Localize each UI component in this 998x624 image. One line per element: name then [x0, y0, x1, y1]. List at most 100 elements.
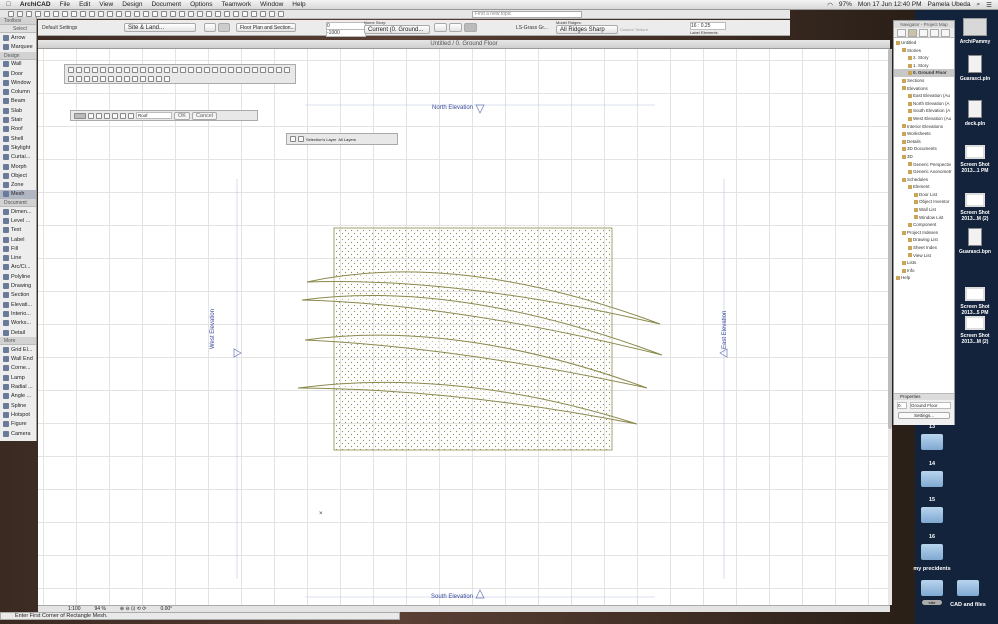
distribute-icon[interactable] [188, 11, 194, 17]
fill-tool-icon[interactable] [236, 66, 242, 73]
slab-tool-icon[interactable] [124, 66, 130, 73]
nav-item-untitled[interactable]: Untitled [894, 39, 954, 47]
tool-mesh[interactable]: Mesh [0, 189, 36, 200]
nav-item-drawing-list[interactable]: Drawing List [894, 236, 954, 244]
wall-tool-icon[interactable] [84, 66, 90, 73]
ridge-user-button[interactable] [464, 23, 477, 32]
nav-item-view-list[interactable]: View List [894, 252, 954, 260]
desktop-folder-14[interactable] [912, 470, 952, 489]
tool-section[interactable]: Section [0, 291, 36, 300]
skylight-tool-icon[interactable] [156, 66, 162, 73]
tool-angle[interactable]: Angle ... [0, 392, 36, 401]
nav-item-north-elevation-a[interactable]: North Elevation (A [894, 100, 954, 108]
desktop-folder-16[interactable] [912, 543, 952, 562]
desktop-file-deck-pln[interactable]: deck.pln [955, 100, 995, 127]
wall-end-tool-icon[interactable] [100, 75, 106, 82]
home-story-select[interactable]: Current (0. Ground... [364, 25, 430, 34]
desktop-file-guarasci-bpn[interactable]: Guarasci.bpn [955, 228, 995, 255]
arrow-tool-icon[interactable] [68, 66, 74, 73]
tool-arc-ci[interactable]: Arc/Ci... [0, 263, 36, 272]
bring-forward-icon[interactable] [170, 11, 176, 17]
menu-window[interactable]: Window [260, 1, 283, 8]
find-icon[interactable] [89, 11, 95, 17]
folder-label[interactable]: 15 [912, 497, 952, 503]
nav-item-lists[interactable]: Lists [894, 259, 954, 267]
nav-item-east-elevation-au[interactable]: East Elevation (Au [894, 92, 954, 100]
toolbox-section-design[interactable]: Design [0, 51, 36, 60]
list-icon[interactable]: ☰ [986, 1, 992, 9]
tool-hotspot[interactable]: Hotspot [0, 410, 36, 419]
tool-zone[interactable]: Zone [0, 180, 36, 189]
tool-works[interactable]: Works... [0, 319, 36, 328]
nav-item-south-elevation-a[interactable]: South Elevation (A [894, 107, 954, 115]
nav-item-component[interactable]: Component [894, 221, 954, 229]
nav-item-west-elevation-au[interactable]: West Elevation (Au [894, 115, 954, 123]
nav-item-door-list[interactable]: Door List [894, 191, 954, 199]
mirror-icon[interactable] [197, 11, 203, 17]
pick-icon[interactable] [98, 11, 104, 17]
view-map-tab[interactable] [919, 29, 928, 37]
polyline-tool-icon[interactable] [260, 66, 266, 73]
layout-book-tab[interactable] [930, 29, 939, 37]
hotspot-tool-icon[interactable] [148, 75, 154, 82]
tool-object[interactable]: Object [0, 171, 36, 180]
floor-plan-icon[interactable] [224, 11, 230, 17]
height-select[interactable]: Roof [136, 112, 172, 119]
desktop-file-screen-shot-2013-1-pm[interactable]: Screen Shot 2013...1 PM [955, 145, 995, 174]
elevation-icon[interactable] [242, 11, 248, 17]
works-tool-icon[interactable] [76, 75, 82, 82]
text-tool-icon[interactable] [220, 66, 226, 73]
help-icon[interactable] [278, 11, 284, 17]
corne-tool-icon[interactable] [108, 75, 114, 82]
story-name-field[interactable]: Ground Floor [910, 402, 951, 409]
object-tool-icon[interactable] [180, 66, 186, 73]
section-tool-icon[interactable] [276, 66, 282, 73]
battery-status[interactable]: 97% [839, 1, 852, 9]
tool-lamp[interactable]: Lamp [0, 373, 36, 382]
tool-detail[interactable]: Detail [0, 328, 36, 337]
cut-icon[interactable] [44, 11, 50, 17]
nav-item-wall-list[interactable]: Wall List [894, 206, 954, 214]
door-tool-icon[interactable] [92, 66, 98, 73]
nav-item-interior-elevations[interactable]: Interior Elevations [894, 123, 954, 131]
story-number-field[interactable]: 0. [897, 402, 907, 409]
toolbox-section-more[interactable]: More [0, 337, 36, 346]
tool-fill[interactable]: Fill [0, 244, 36, 253]
tool-drawing[interactable]: Drawing [0, 281, 36, 290]
nav-item-info[interactable]: Info [894, 267, 954, 275]
nav-item-stories[interactable]: Stories [894, 47, 954, 55]
folder-label[interactable]: 13 [912, 424, 952, 430]
nav-item-2-story[interactable]: 2. Story [894, 54, 954, 62]
paste-icon[interactable] [62, 11, 68, 17]
tool-label[interactable]: Label [0, 235, 36, 244]
menu-options[interactable]: Options [190, 1, 212, 8]
nav-item-0-ground-floor[interactable]: 0. Ground Floor [894, 69, 954, 77]
level-tool-icon[interactable] [212, 66, 218, 73]
tool-column[interactable]: Column [0, 87, 36, 96]
nav-item-3d[interactable]: 3D [894, 153, 954, 161]
select-button[interactable]: Select [0, 25, 36, 33]
desktop-file-archipammy[interactable]: ArchiPammy [955, 18, 995, 45]
scroll-thumb[interactable] [888, 49, 892, 429]
tool-morph[interactable]: Morph [0, 162, 36, 171]
nav-item-generic-axonometr[interactable]: Generic Axonometr [894, 168, 954, 176]
shell-tool-icon[interactable] [148, 66, 154, 73]
radial-tool-icon[interactable] [124, 75, 130, 82]
tool-corne[interactable]: Corne... [0, 364, 36, 373]
tool-beam[interactable]: Beam [0, 97, 36, 106]
menu-document[interactable]: Document [151, 1, 181, 8]
model-view-icon[interactable] [134, 11, 140, 17]
beam-tool-icon[interactable] [116, 66, 122, 73]
vertical-scrollbar[interactable] [888, 49, 892, 605]
nav-item-elevations[interactable]: Elevations [894, 85, 954, 93]
nav-item-worksheets[interactable]: Worksheets [894, 130, 954, 138]
desktop-folder-13[interactable] [912, 434, 952, 452]
lock-icon[interactable] [161, 11, 167, 17]
geometry-rotated-button[interactable] [218, 23, 230, 32]
dimen-tool-icon[interactable] [204, 66, 210, 73]
tool-skylight[interactable]: Skylight [0, 143, 36, 152]
folder-label[interactable]: 16 [912, 534, 952, 540]
desktop-folder-site[interactable] [912, 580, 952, 598]
layers-icon[interactable] [116, 11, 122, 17]
group-icon[interactable] [143, 11, 149, 17]
